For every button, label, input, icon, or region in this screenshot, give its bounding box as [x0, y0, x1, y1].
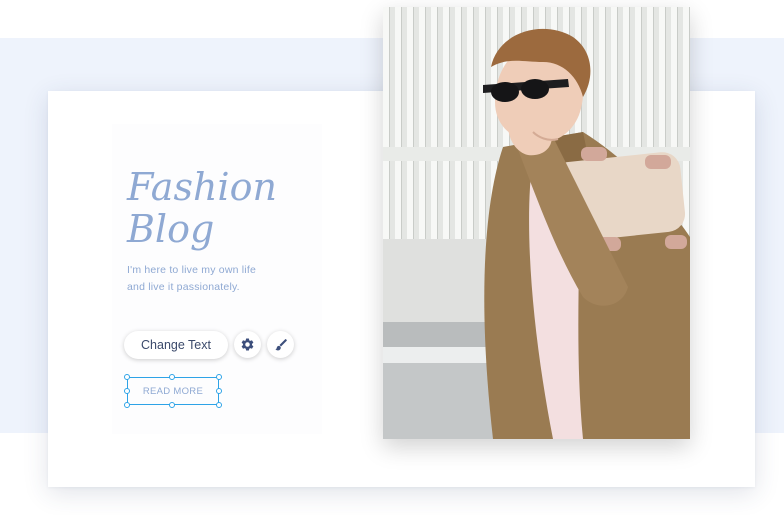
resize-handle-se[interactable]	[216, 402, 222, 408]
title-line-1: Fashion	[127, 165, 277, 209]
title-line-2: Blog	[127, 207, 215, 251]
design-button[interactable]	[267, 331, 294, 358]
subtitle-text[interactable]: I'm here to live my own life and live it…	[127, 262, 297, 296]
resize-handle-ne[interactable]	[216, 374, 222, 380]
change-text-button[interactable]: Change Text	[124, 331, 228, 359]
read-more-label: READ MORE	[142, 385, 204, 397]
brush-icon	[274, 338, 287, 350]
fashion-photo[interactable]	[383, 7, 690, 439]
read-more-button[interactable]: READ MORE	[124, 374, 222, 408]
resize-handle-s[interactable]	[169, 402, 175, 408]
resize-handle-n[interactable]	[169, 374, 175, 380]
resize-handle-w[interactable]	[124, 388, 130, 394]
resize-handle-e[interactable]	[216, 388, 222, 394]
resize-handle-nw[interactable]	[124, 374, 130, 380]
gear-icon	[241, 338, 254, 351]
settings-button[interactable]	[234, 331, 261, 358]
page-title[interactable]: Fashion Blog	[127, 166, 277, 250]
resize-handle-sw[interactable]	[124, 402, 130, 408]
subtitle-line-2: and live it passionately.	[127, 281, 240, 293]
subtitle-line-1: I'm here to live my own life	[127, 264, 256, 276]
photo-illustration	[383, 7, 690, 439]
